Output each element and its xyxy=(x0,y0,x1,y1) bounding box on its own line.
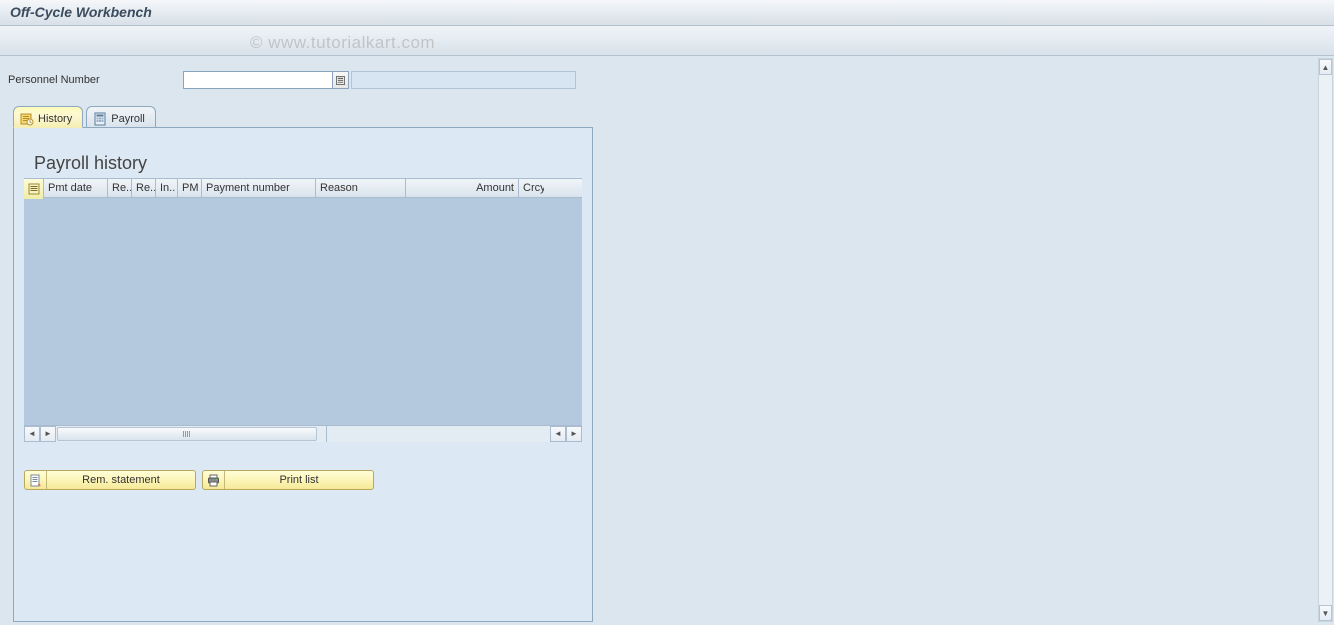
search-help-icon xyxy=(336,76,345,85)
col-re2[interactable]: Re.. xyxy=(132,179,156,197)
personnel-number-row: Personnel Number xyxy=(8,70,1326,90)
personnel-number-desc xyxy=(351,71,576,89)
application-toolbar xyxy=(0,26,1334,56)
payroll-icon xyxy=(93,112,107,126)
scroll-up-button[interactable]: ▲ xyxy=(1319,59,1332,75)
scroll-thumb-frozen[interactable] xyxy=(57,427,317,441)
scroll-right-button[interactable]: ► xyxy=(566,426,582,442)
col-amount[interactable]: Amount xyxy=(406,179,519,197)
page-title: Off-Cycle Workbench xyxy=(10,4,152,20)
panel-title: Payroll history xyxy=(34,153,582,174)
action-button-row: Rem. statement Print list xyxy=(24,470,582,490)
tab-payroll-label: Payroll xyxy=(111,113,145,125)
col-pm[interactable]: PM xyxy=(178,179,202,197)
document-icon xyxy=(25,471,47,489)
scroll-left-button[interactable]: ◄ xyxy=(550,426,566,442)
col-crcy[interactable]: Crcy xyxy=(519,179,544,197)
select-all-icon xyxy=(28,183,40,195)
window-vertical-scrollbar[interactable]: ▲ ▼ xyxy=(1318,58,1333,622)
personnel-number-f4-button[interactable] xyxy=(333,71,349,89)
grid-header: Pmt date Re.. Re.. In.. PM Payment numbe… xyxy=(24,178,582,198)
tab-history-label: History xyxy=(38,113,72,125)
personnel-number-input[interactable] xyxy=(183,71,333,89)
history-icon xyxy=(20,112,34,126)
scroll-track-frozen[interactable] xyxy=(56,426,326,442)
tab-strip: History Payroll xyxy=(13,105,1326,127)
grid-body xyxy=(24,198,582,426)
col-reason[interactable]: Reason xyxy=(316,179,406,197)
tab-history[interactable]: History xyxy=(13,106,83,128)
col-pmt-date[interactable]: Pmt date xyxy=(44,179,108,197)
rem-statement-button[interactable]: Rem. statement xyxy=(24,470,196,490)
scroll-down-button[interactable]: ▼ xyxy=(1319,605,1332,621)
col-re1[interactable]: Re.. xyxy=(108,179,132,197)
tab-panel-history: Payroll history Pmt date Re.. Re.. In.. … xyxy=(13,127,593,622)
col-in[interactable]: In.. xyxy=(156,179,178,197)
scroll-track-main[interactable] xyxy=(327,426,550,442)
tab-payroll[interactable]: Payroll xyxy=(86,106,156,127)
scroll-col-right-button[interactable]: ► xyxy=(40,426,56,442)
print-list-button[interactable]: Print list xyxy=(202,470,374,490)
personnel-number-label: Personnel Number xyxy=(8,74,183,86)
title-bar: Off-Cycle Workbench xyxy=(0,0,1334,26)
content-area: Personnel Number xyxy=(0,56,1334,625)
grid-horizontal-scroll: ◄ ► ◄ ► xyxy=(24,426,582,442)
scroll-col-left-button[interactable]: ◄ xyxy=(24,426,40,442)
rem-statement-label: Rem. statement xyxy=(47,474,195,486)
col-payment-number[interactable]: Payment number xyxy=(202,179,316,197)
print-list-label: Print list xyxy=(225,474,373,486)
select-all-button[interactable] xyxy=(24,179,44,199)
print-icon xyxy=(203,471,225,489)
